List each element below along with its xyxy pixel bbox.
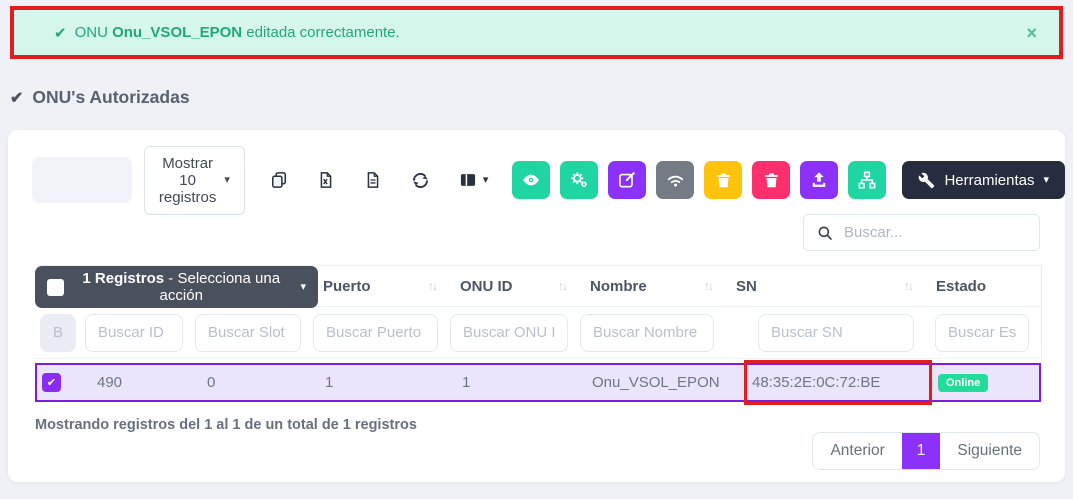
close-icon[interactable]: × — [1026, 24, 1037, 42]
filter-puerto-input[interactable] — [313, 314, 438, 352]
trash-icon[interactable] — [752, 161, 790, 199]
cell-slot: 0 — [197, 374, 315, 391]
filter-slot-input[interactable] — [195, 314, 301, 352]
bulk-count: 1 Registros — [82, 270, 164, 287]
column-header-estado[interactable]: Estado — [926, 278, 1041, 295]
table-footer: Mostrando registros del 1 al 1 de un tot… — [35, 415, 1040, 470]
filter-id-input[interactable] — [85, 314, 183, 352]
annotation-alert-highlight: ✔ ONU Onu_VSOL_EPON editada correctament… — [10, 6, 1063, 59]
eye-icon[interactable] — [512, 161, 550, 199]
column-header-onu-id[interactable]: ONU ID ↑↓ — [450, 278, 580, 295]
status-badge: Online — [938, 374, 988, 392]
row-checkbox-checked[interactable]: ✔ — [42, 373, 61, 392]
column-header-nombre[interactable]: Nombre ↑↓ — [580, 278, 726, 295]
table-filter-row — [35, 307, 1041, 359]
sort-arrows-icon[interactable]: ↑↓ — [704, 279, 712, 293]
show-records-dropdown[interactable]: Mostrar 10 registros ▾ — [144, 146, 245, 215]
onu-table-card: Mostrar 10 registros ▾ — [8, 130, 1065, 482]
alert-prefix: ONU — [75, 24, 108, 41]
caret-down-icon: ▾ — [483, 175, 489, 186]
copy-icon[interactable] — [269, 170, 289, 190]
check-icon: ✔ — [54, 24, 67, 42]
column-label: Puerto — [323, 278, 371, 295]
search-box — [803, 214, 1040, 251]
page-title: ✔ ONU's Autorizadas — [10, 87, 1073, 108]
bulk-separator: - — [168, 270, 173, 287]
sort-arrows-icon[interactable]: ↑↓ — [558, 279, 566, 293]
sn-value: 48:35:2E:0C:72:BE — [752, 374, 880, 391]
table-row[interactable]: ✔ 490 0 1 1 Onu_VSOL_EPON 48:35:2E:0C:72… — [35, 363, 1041, 402]
wrench-icon — [918, 172, 935, 189]
file-excel-icon[interactable] — [316, 170, 336, 190]
alert-onu-name: Onu_VSOL_EPON — [112, 24, 242, 41]
toolbar-background — [32, 157, 132, 203]
alert-message: ONU Onu_VSOL_EPON editada correctamente. — [75, 24, 400, 41]
annotation-sn-highlight: 48:35:2E:0C:72:BE — [744, 360, 932, 405]
filter-nombre-input[interactable] — [580, 314, 714, 352]
sitemap-icon[interactable] — [848, 161, 886, 199]
bulk-action-label: 1 Registros - Selecciona una acción — [74, 270, 288, 304]
caret-down-icon: ▾ — [224, 175, 230, 186]
cell-onu-id: 1 — [452, 374, 582, 391]
filter-sn-input[interactable] — [758, 314, 914, 352]
show-records-label: Mostrar 10 registros — [159, 155, 217, 206]
search-input[interactable] — [844, 224, 1027, 241]
pagination-page-1[interactable]: 1 — [902, 433, 941, 469]
filter-checkbox-column — [40, 314, 76, 352]
filter-estado-input[interactable] — [935, 314, 1029, 352]
page-title-text: ONU's Autorizadas — [32, 87, 189, 108]
column-header-sn[interactable]: SN ↑↓ — [726, 278, 926, 295]
file-text-icon[interactable] — [363, 170, 383, 190]
edit-pencil-icon[interactable] — [608, 161, 646, 199]
cell-nombre: Onu_VSOL_EPON — [582, 374, 728, 391]
cell-id: 490 — [87, 374, 197, 391]
caret-down-icon: ▾ — [1043, 175, 1049, 186]
select-all-checkbox[interactable] — [47, 279, 64, 296]
column-label: Nombre — [590, 278, 647, 295]
gears-icon[interactable] — [560, 161, 598, 199]
tools-label: Herramientas — [944, 172, 1034, 189]
export-icon-group: ▾ — [269, 170, 489, 191]
pagination: Anterior 1 Siguiente — [812, 432, 1040, 470]
cell-sn: 48:35:2E:0C:72:BE — [728, 365, 928, 400]
bulk-action-text: Selecciona una acción — [160, 270, 281, 304]
column-label: ONU ID — [460, 278, 513, 295]
pagination-prev[interactable]: Anterior — [813, 433, 901, 469]
refresh-icon[interactable] — [410, 170, 431, 191]
sort-arrows-icon[interactable]: ↑↓ — [428, 279, 436, 293]
row-action-buttons — [512, 161, 886, 199]
caret-down-icon: ▾ — [300, 282, 306, 293]
column-header-puerto[interactable]: Puerto ↑↓ — [313, 278, 450, 295]
onu-table: 1 Registros - Selecciona una acción ▾ Pu… — [35, 265, 1042, 402]
cell-estado: Online — [928, 373, 1039, 392]
table-header-row: 1 Registros - Selecciona una acción ▾ Pu… — [35, 265, 1041, 307]
wifi-icon[interactable] — [656, 161, 694, 199]
success-alert: ✔ ONU Onu_VSOL_EPON editada correctament… — [14, 10, 1059, 55]
trash-icon[interactable] — [704, 161, 742, 199]
column-label: Estado — [936, 278, 986, 295]
upload-icon[interactable] — [800, 161, 838, 199]
alert-suffix: editada correctamente. — [246, 24, 399, 41]
search-row — [8, 214, 1040, 251]
table-toolbar: Mostrar 10 registros ▾ — [32, 157, 1065, 203]
records-summary: Mostrando registros del 1 al 1 de un tot… — [35, 415, 417, 433]
columns-icon[interactable]: ▾ — [458, 170, 489, 190]
check-icon: ✔ — [10, 88, 23, 108]
tools-dropdown[interactable]: Herramientas ▾ — [902, 161, 1065, 199]
pagination-next[interactable]: Siguiente — [940, 433, 1039, 469]
sort-arrows-icon[interactable]: ↑↓ — [904, 279, 912, 293]
search-icon — [816, 224, 834, 242]
bulk-action-dropdown[interactable]: 1 Registros - Selecciona una acción ▾ — [35, 266, 318, 308]
cell-puerto: 1 — [315, 374, 452, 391]
filter-onu-id-input[interactable] — [450, 314, 568, 352]
column-label: SN — [736, 278, 757, 295]
